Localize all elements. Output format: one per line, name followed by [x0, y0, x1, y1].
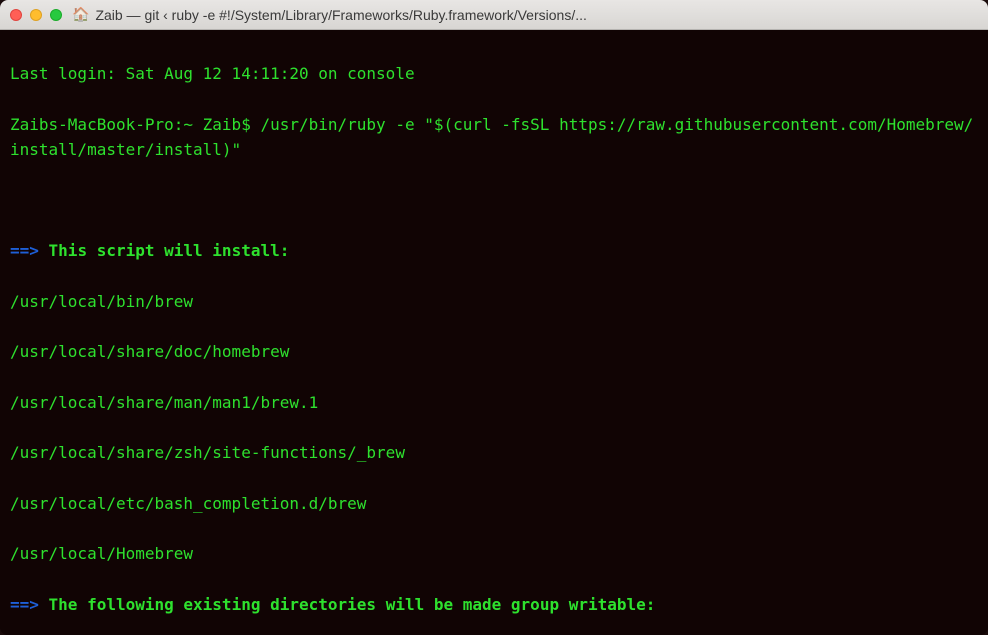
- install-path: /usr/local/Homebrew: [10, 541, 978, 566]
- section-writable-text: The following existing directories will …: [39, 595, 656, 614]
- blank-line: [10, 188, 978, 213]
- install-path: /usr/local/bin/brew: [10, 289, 978, 314]
- install-path: /usr/local/etc/bash_completion.d/brew: [10, 491, 978, 516]
- terminal-output[interactable]: Last login: Sat Aug 12 14:11:20 on conso…: [0, 30, 988, 635]
- close-button[interactable]: [10, 9, 22, 21]
- arrow-marker: ==>: [10, 595, 39, 614]
- install-path: /usr/local/share/zsh/site-functions/_bre…: [10, 440, 978, 465]
- section-writable-heading: ==> The following existing directories w…: [10, 592, 978, 617]
- arrow-marker: ==>: [10, 241, 39, 260]
- window-title: Zaib — git ‹ ruby -e #!/System/Library/F…: [95, 7, 978, 23]
- prompt-line: Zaibs-MacBook-Pro:~ Zaib$ /usr/bin/ruby …: [10, 112, 978, 163]
- maximize-button[interactable]: [50, 9, 62, 21]
- install-path: /usr/local/share/man/man1/brew.1: [10, 390, 978, 415]
- minimize-button[interactable]: [30, 9, 42, 21]
- section-install-text: This script will install:: [39, 241, 289, 260]
- section-install-heading: ==> This script will install:: [10, 238, 978, 263]
- titlebar[interactable]: 🏠 Zaib — git ‹ ruby -e #!/System/Library…: [0, 0, 988, 30]
- last-login-line: Last login: Sat Aug 12 14:11:20 on conso…: [10, 61, 978, 86]
- install-path: /usr/local/share/doc/homebrew: [10, 339, 978, 364]
- prompt-host: Zaibs-MacBook-Pro:~ Zaib$: [10, 115, 260, 134]
- traffic-lights: [10, 9, 62, 21]
- home-icon: 🏠: [72, 6, 89, 23]
- terminal-window: 🏠 Zaib — git ‹ ruby -e #!/System/Library…: [0, 0, 988, 635]
